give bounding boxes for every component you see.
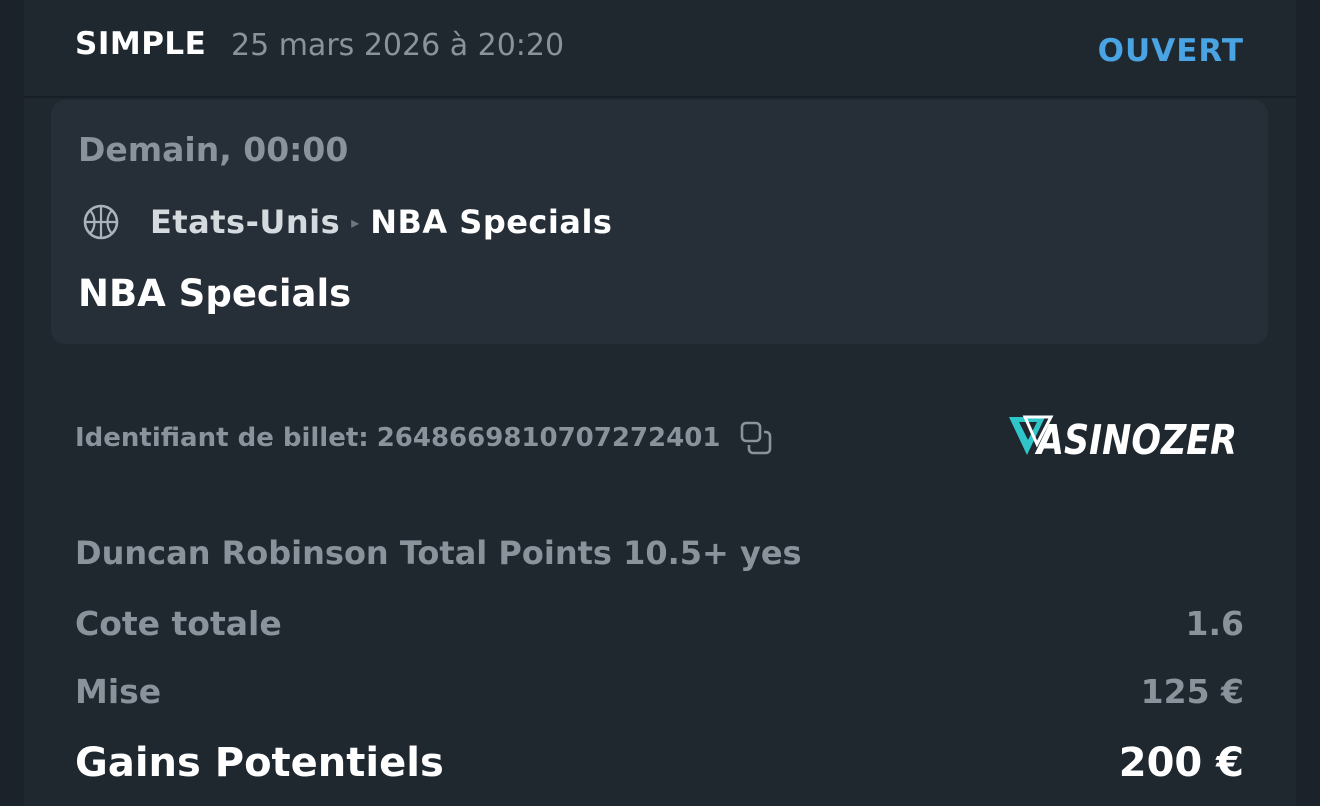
ticket-id-value: 2648669810707272401 (376, 423, 721, 453)
breadcrumb-league: NBA Specials (370, 203, 613, 241)
total-odds-label: Cote totale (75, 604, 282, 643)
total-odds-value: 1.6 (1185, 604, 1244, 643)
bet-header: SIMPLE 25 mars 2026 à 20:20 OUVERT (24, 0, 1296, 98)
ticket-id-label: Identifiant de billet: (75, 423, 369, 453)
status-badge: OUVERT (1097, 33, 1244, 69)
event-box[interactable]: Demain, 00:00 Etats-Unis ▸ NBA Specials … (51, 100, 1268, 344)
event-time: Demain, 00:00 (78, 130, 349, 169)
potential-winnings-value: 200 € (1118, 740, 1244, 786)
brand-logo: ASINOZER (1007, 410, 1241, 466)
bet-selection: Duncan Robinson Total Points 10.5+ yes (75, 534, 802, 572)
bet-ticket-card: SIMPLE 25 mars 2026 à 20:20 OUVERT Demai… (24, 0, 1296, 806)
stake-value: 125 € (1140, 672, 1244, 711)
stake-label: Mise (75, 672, 162, 711)
breadcrumb: Etats-Unis ▸ NBA Specials (81, 200, 612, 244)
breadcrumb-country: Etats-Unis (150, 203, 341, 241)
chevron-right-icon: ▸ (351, 212, 360, 232)
bet-date: 25 mars 2026 à 20:20 (231, 28, 565, 63)
ticket-id-row: Identifiant de billet: 26486698107072724… (75, 420, 774, 456)
svg-text:ASINOZER: ASINOZER (1034, 416, 1237, 464)
potential-winnings-label: Gains Potentiels (75, 740, 444, 786)
event-name: NBA Specials (78, 272, 352, 315)
bet-type: SIMPLE (75, 26, 207, 62)
basketball-icon (81, 202, 121, 242)
copy-icon[interactable] (738, 420, 774, 456)
